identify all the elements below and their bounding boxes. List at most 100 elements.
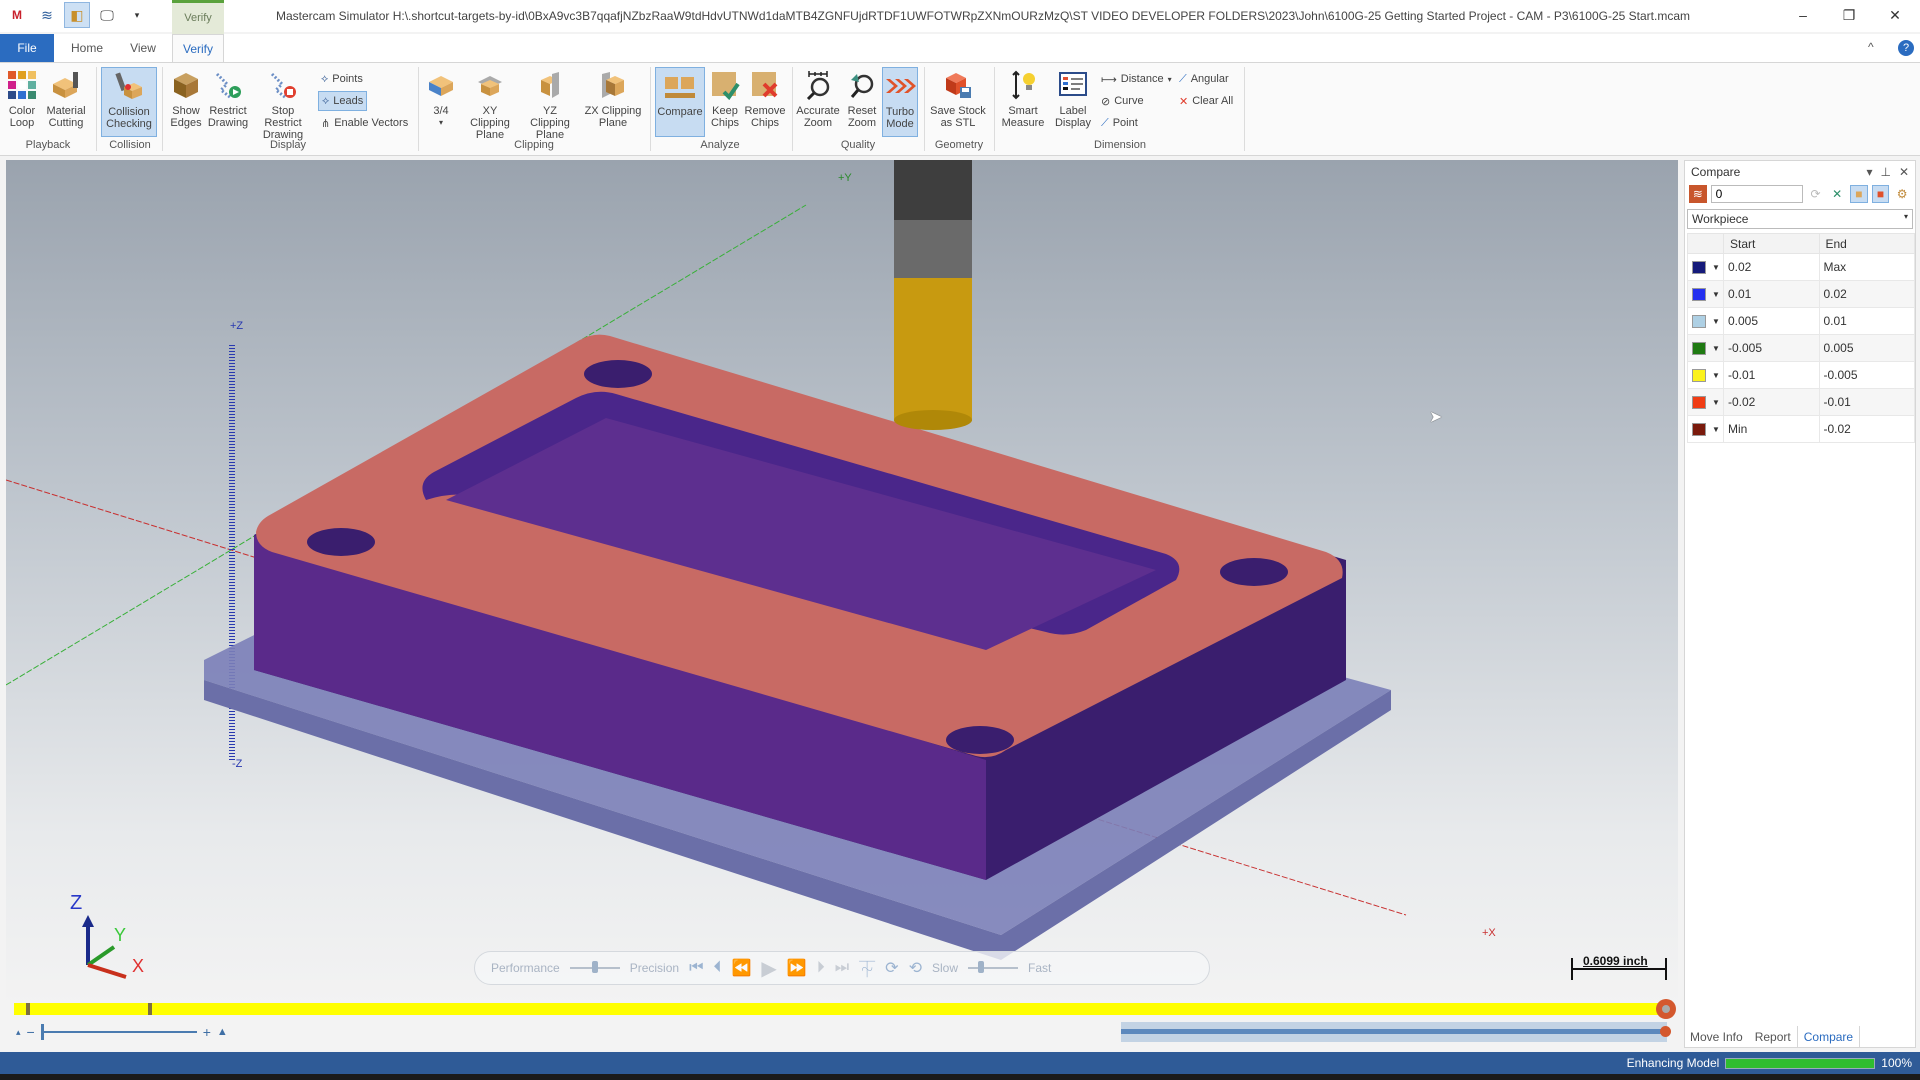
tolerance-input[interactable] [1710, 185, 1803, 203]
target-select[interactable]: Workpiece ▾ [1687, 209, 1913, 229]
panel-close-icon[interactable]: ✕ [1899, 165, 1909, 179]
start-cell[interactable]: Min [1723, 415, 1820, 443]
reset-zoom-button[interactable]: Reset Zoom [844, 67, 880, 129]
compare-settings-icon[interactable]: ⚙ [1893, 185, 1911, 203]
stop-restrict-drawing-button[interactable]: Stop Restrict Drawing [252, 67, 314, 141]
step-tool-icon[interactable]: ⏇ [859, 956, 875, 980]
restore-button[interactable]: ❐ [1826, 0, 1872, 30]
go-to-end-icon[interactable]: ⏭ [835, 959, 849, 977]
color-swatch[interactable] [1692, 342, 1706, 356]
end-cell[interactable]: 0.01 [1818, 307, 1915, 335]
operation-progress[interactable] [1121, 1022, 1671, 1042]
enable-vectors-button[interactable]: ⋔ Enable Vectors [318, 113, 411, 133]
chevron-down-icon[interactable]: ▼ [1712, 290, 1720, 299]
operation-progress-handle[interactable] [1660, 1026, 1671, 1037]
tab-view[interactable]: View [120, 34, 166, 62]
timeline-zoom-slider[interactable] [40, 1024, 197, 1040]
step-back-icon[interactable]: ⏴ [713, 959, 721, 977]
accurate-zoom-button[interactable]: Accurate Zoom [796, 67, 840, 129]
color-cell[interactable]: ▼ [1687, 307, 1724, 335]
minimize-button[interactable]: – [1780, 0, 1826, 30]
turbo-mode-button[interactable]: Turbo Mode [882, 67, 918, 137]
color-cell[interactable]: ▼ [1687, 253, 1724, 281]
tab-home[interactable]: Home [66, 34, 108, 62]
chevron-down-icon[interactable]: ▼ [1712, 344, 1720, 353]
tab-report[interactable]: Report [1749, 1026, 1797, 1048]
color-swatch[interactable] [1692, 261, 1706, 275]
refresh-icon[interactable]: ⟳ [1807, 185, 1825, 203]
color-cell[interactable]: ▼ [1687, 415, 1724, 443]
op-step-icon[interactable]: ⟲ [909, 958, 922, 978]
color-cell[interactable]: ▼ [1687, 280, 1724, 308]
zoom-in-large-icon[interactable]: ▲ [217, 1026, 228, 1038]
stock-view-icon[interactable]: ■ [1849, 185, 1868, 203]
part-view-icon[interactable]: ■ [1871, 185, 1890, 203]
label-display-button[interactable]: Label Display [1050, 67, 1096, 129]
monitor-icon[interactable]: 🖵 [94, 2, 120, 28]
zoom-out-small-icon[interactable]: ▴ [16, 1027, 21, 1038]
quality-slider-knob[interactable] [591, 961, 598, 973]
end-cell[interactable]: Max [1818, 253, 1915, 281]
close-button[interactable]: ✕ [1872, 0, 1918, 30]
chevron-down-icon[interactable]: ▼ [1712, 371, 1720, 380]
play-icon[interactable]: ▶ [761, 956, 776, 981]
smart-measure-button[interactable]: Smart Measure [1000, 67, 1046, 129]
zx-clipping-plane-button[interactable]: ZX Clipping Plane [584, 67, 642, 129]
start-cell[interactable]: 0.01 [1723, 280, 1820, 308]
chevron-down-icon[interactable]: ▼ [1712, 317, 1720, 326]
curve-button[interactable]: ⊘ Curve [1098, 91, 1147, 111]
color-swatch[interactable] [1692, 369, 1706, 383]
verify-icon[interactable]: ◧ [64, 2, 90, 28]
step-forward-icon[interactable]: ⏵ [817, 959, 825, 977]
save-stock-stl-button[interactable]: Save Stock as STL [930, 67, 986, 129]
speed-slider-knob[interactable] [977, 961, 984, 973]
end-cell[interactable]: 0.005 [1818, 334, 1915, 362]
collision-checking-button[interactable]: Collision Checking [101, 67, 157, 137]
end-cell[interactable]: -0.005 [1818, 361, 1915, 389]
color-cell[interactable]: ▼ [1687, 388, 1724, 416]
leads-button[interactable]: ⟡ Leads [318, 91, 368, 111]
start-cell[interactable]: -0.02 [1723, 388, 1820, 416]
remove-chips-button[interactable]: Remove Chips [744, 67, 786, 129]
timeline-playhead[interactable] [1656, 999, 1676, 1019]
chevron-down-icon[interactable]: ▼ [1712, 263, 1720, 272]
tab-verify[interactable]: Verify [172, 34, 224, 63]
go-to-start-icon[interactable]: ⏮ [689, 959, 703, 977]
clear-compare-icon[interactable]: ✕ [1828, 185, 1846, 203]
distance-button[interactable]: ⟼ Distance ▾ [1098, 69, 1175, 89]
end-cell[interactable]: 0.02 [1818, 280, 1915, 308]
zoom-in-icon[interactable]: + [203, 1024, 211, 1040]
3d-viewport[interactable]: +Y +Z -Z +X Z Y X [6, 160, 1678, 1005]
timeline-marker[interactable] [26, 1003, 30, 1015]
timeline-marker[interactable] [148, 1003, 152, 1015]
clear-all-button[interactable]: ✕ Clear All [1176, 91, 1236, 111]
color-swatch[interactable] [1692, 315, 1706, 329]
three-quarter-button[interactable]: 3/4 ▾ [424, 67, 458, 129]
restrict-drawing-button[interactable]: Restrict Drawing [208, 67, 248, 129]
help-icon[interactable]: ? [1898, 40, 1914, 56]
start-cell[interactable]: 0.005 [1723, 307, 1820, 335]
material-cutting-button[interactable]: Material Cutting [44, 67, 88, 129]
color-cell[interactable]: ▼ [1687, 361, 1724, 389]
compare-button[interactable]: Compare [655, 67, 705, 137]
timeline-zoom-knob[interactable] [40, 1024, 44, 1040]
tab-compare[interactable]: Compare [1796, 1026, 1861, 1048]
toolpath-icon[interactable]: ≋ [34, 2, 60, 28]
end-cell[interactable]: -0.02 [1818, 415, 1915, 443]
rewind-icon[interactable]: ⏪ [731, 958, 751, 978]
xy-clipping-plane-button[interactable]: XY Clipping Plane [462, 67, 518, 141]
speed-slider[interactable] [967, 961, 1018, 973]
color-cell[interactable]: ▼ [1687, 334, 1724, 362]
keep-chips-button[interactable]: Keep Chips [708, 67, 742, 129]
zoom-out-icon[interactable]: − [27, 1024, 35, 1040]
end-cell[interactable]: -0.01 [1818, 388, 1915, 416]
pin-icon[interactable]: ⊥ [1880, 165, 1890, 179]
start-cell[interactable]: -0.005 [1723, 334, 1820, 362]
timeline-track[interactable] [14, 1003, 1666, 1015]
collapse-ribbon-icon[interactable]: ^ [1868, 40, 1874, 54]
tab-move-info[interactable]: Move Info [1684, 1026, 1749, 1048]
chevron-down-icon[interactable]: ▼ [1712, 425, 1720, 434]
loop-icon[interactable]: ⟳ [885, 958, 898, 978]
angular-button[interactable]: ⟋ Angular [1176, 69, 1232, 89]
quality-slider[interactable] [569, 961, 620, 973]
